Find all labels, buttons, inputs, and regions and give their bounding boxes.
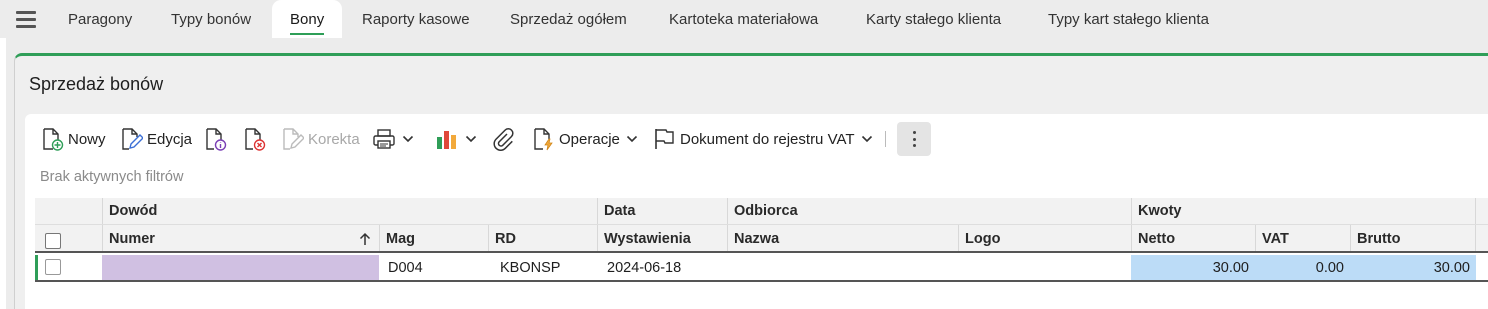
edit-icon [122, 128, 143, 150]
menu-icon[interactable] [16, 11, 38, 28]
column-header-rd[interactable]: RD [488, 225, 597, 251]
chevron-down-icon [626, 135, 637, 143]
vat-register-button-label: Dokument do rejestru VAT [680, 130, 855, 148]
column-label: Numer [109, 231, 155, 247]
tab-sprzedaz-ogolem[interactable]: Sprzedaż ogółem [492, 0, 645, 38]
tab-paragony[interactable]: Paragony [50, 0, 150, 38]
grid-group-header: Dowód Data Odbiorca Kwoty [35, 198, 1488, 225]
column-header-nazwa[interactable]: Nazwa [727, 225, 958, 251]
table-row[interactable]: D004 KBONSP 2024-06-18 30.00 0.00 30.00 [35, 255, 1488, 282]
group-header-odbiorca: Odbiorca [727, 198, 1131, 224]
chevron-down-icon [861, 135, 872, 143]
cell-netto: 30.00 [1131, 255, 1255, 280]
print-icon [373, 129, 395, 149]
new-document-icon [43, 128, 64, 151]
page-title: Sprzedaż bonów [29, 74, 164, 94]
print-button[interactable] [372, 122, 414, 156]
tab-label: Kartoteka materiałowa [669, 11, 819, 28]
sales-panel: Sprzedaż bonów Nowy Edycja Korekta Opera… [14, 53, 1488, 309]
more-options-button[interactable] [897, 122, 931, 156]
cell-vat: 0.00 [1255, 255, 1350, 280]
flag-icon [655, 129, 674, 149]
edit-button-label: Edycja [147, 130, 193, 148]
chart-icon [437, 131, 456, 149]
cell-nazwa [733, 255, 958, 280]
document-info-icon [206, 128, 227, 151]
tab-label: Bony [290, 11, 325, 28]
column-header-logo[interactable]: Logo [958, 225, 1131, 251]
vat-register-button[interactable]: Dokument do rejestru VAT [652, 122, 873, 156]
tab-label: Raporty kasowe [362, 11, 470, 28]
edit-button[interactable]: Edycja [119, 122, 192, 156]
tab-typy-kart-stalego-klienta[interactable]: Typy kart stałego klienta [1030, 0, 1227, 38]
group-header-dowod: Dowód [102, 198, 597, 224]
cell-mag: D004 [388, 260, 423, 276]
chevron-down-icon [402, 135, 414, 143]
panel-container: Sprzedaż bonów Nowy Edycja Korekta Opera… [6, 38, 1488, 309]
chevron-down-icon [465, 135, 477, 143]
tab-raporty-kasowe[interactable]: Raporty kasowe [344, 0, 488, 38]
tab-label: Sprzedaż ogółem [510, 11, 627, 28]
tab-label: Typy bonów [171, 11, 252, 28]
list-content: Nowy Edycja Korekta Operacje Dokument do… [25, 114, 1488, 309]
delete-button[interactable] [242, 122, 266, 156]
active-tab-indicator [290, 33, 325, 35]
column-header-wystawienia[interactable]: Wystawienia [597, 225, 727, 251]
tab-label: Typy kart stałego klienta [1048, 11, 1209, 28]
details-button[interactable] [203, 122, 227, 156]
operations-button-label: Operacje [559, 130, 620, 148]
column-header-numer[interactable]: Numer [102, 225, 379, 251]
tab-label: Paragony [68, 11, 133, 28]
correction-button-label: Korekta [308, 130, 360, 148]
correction-icon [283, 128, 304, 150]
group-header-data: Data [597, 198, 727, 224]
select-all-checkbox[interactable] [45, 233, 61, 249]
group-header-kwoty: Kwoty [1131, 198, 1476, 224]
attachment-icon [493, 128, 514, 151]
correction-button[interactable]: Korekta [280, 122, 360, 156]
sort-ascending-icon[interactable] [359, 232, 371, 246]
column-header-vat[interactable]: VAT [1255, 225, 1350, 251]
document-delete-icon [245, 128, 266, 151]
operations-icon [534, 128, 553, 151]
tab-typy-bonow[interactable]: Typy bonów [153, 0, 269, 38]
grid-column-header: Numer Mag RD Wystawienia Nazwa Logo Nett… [35, 225, 1488, 253]
cell-wystawienia: 2024-06-18 [607, 260, 682, 276]
tab-kartoteka-materialowa[interactable]: Kartoteka materiałowa [651, 0, 836, 38]
column-header-mag[interactable]: Mag [379, 225, 488, 251]
cell-brutto: 30.00 [1350, 255, 1476, 280]
tab-karty-stalego-klienta[interactable]: Karty stałego klienta [848, 0, 1019, 38]
row-checkbox[interactable] [45, 259, 61, 275]
operations-button[interactable]: Operacje [531, 122, 638, 156]
column-header-netto[interactable]: Netto [1131, 225, 1255, 251]
cell-numer [102, 255, 379, 280]
top-navigation: Paragony Typy bonów Bony Raporty kasowe … [0, 0, 1488, 38]
new-button-label: Nowy [68, 130, 106, 148]
tab-bony[interactable]: Bony [272, 0, 343, 38]
chart-button[interactable] [435, 122, 477, 156]
current-row-indicator [35, 255, 38, 280]
new-button[interactable]: Nowy [40, 122, 106, 156]
toolbar-divider [885, 131, 886, 147]
data-grid: Dowód Data Odbiorca Kwoty Numer Mag RD W… [35, 198, 1488, 284]
tab-label: Karty stałego klienta [866, 11, 1002, 28]
cell-rd: KBONSP [500, 260, 561, 276]
cell-logo [964, 255, 1131, 280]
active-filters-status: Brak aktywnych filtrów [40, 169, 184, 185]
attachment-button[interactable] [491, 122, 515, 156]
column-header-brutto[interactable]: Brutto [1350, 225, 1476, 251]
